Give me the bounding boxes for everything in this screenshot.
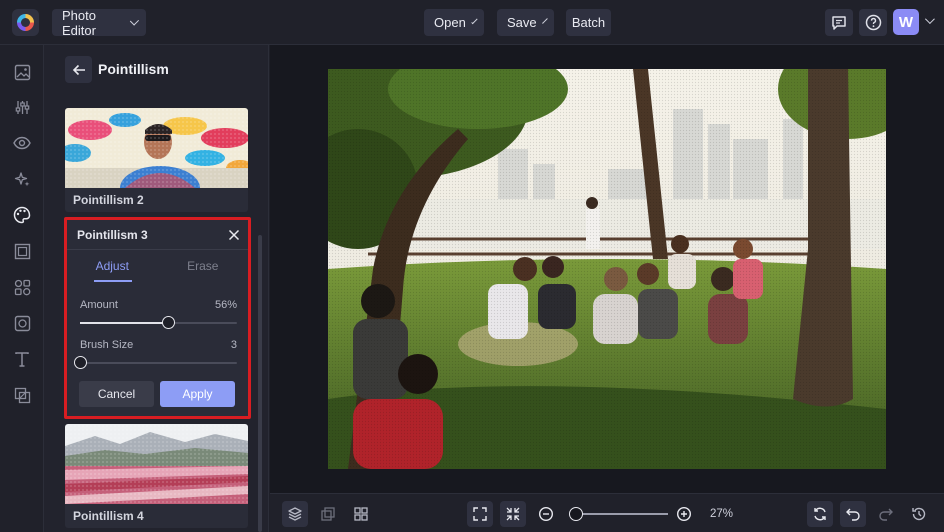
- chevron-down-icon: [471, 17, 478, 25]
- layers-button[interactable]: [282, 501, 308, 527]
- grid-button[interactable]: [348, 501, 374, 527]
- shrink-icon: [506, 507, 520, 521]
- popover-header: Pointillism 3: [67, 220, 248, 250]
- zoom-out-button[interactable]: [533, 501, 559, 527]
- app-logo[interactable]: [12, 9, 39, 36]
- brush-size-slider-thumb[interactable]: [74, 356, 87, 369]
- zoom-value: 27%: [710, 508, 734, 520]
- reset-button[interactable]: [807, 501, 833, 527]
- comment-icon: [832, 15, 846, 30]
- zoom-in-button[interactable]: [671, 501, 697, 527]
- text-icon[interactable]: [12, 349, 32, 369]
- shapes-icon[interactable]: [12, 277, 32, 297]
- brush-size-control: Brush Size 3: [74, 339, 237, 369]
- effect-card-pointillism-4[interactable]: Pointillism 4: [65, 424, 248, 528]
- effect-label: Pointillism 4: [73, 509, 144, 523]
- effect-card-pointillism-2[interactable]: Pointillism 2: [65, 108, 248, 212]
- close-icon[interactable]: [228, 229, 240, 241]
- sparkle-icon[interactable]: [12, 169, 32, 189]
- history-button[interactable]: [906, 501, 932, 527]
- undo-icon: [846, 508, 860, 521]
- panel-header: Pointillism: [44, 45, 268, 95]
- open-label: Open: [434, 15, 466, 30]
- zoom-in-icon: [676, 506, 692, 522]
- active-tab-indicator: [94, 280, 132, 282]
- amount-slider-fill: [80, 322, 168, 324]
- compare-icon: [321, 507, 335, 521]
- tab-bar: Adjust Erase: [67, 250, 248, 282]
- frame-icon[interactable]: [12, 241, 32, 261]
- back-button[interactable]: [65, 56, 92, 83]
- help-icon: [865, 14, 881, 31]
- redo-button[interactable]: [873, 501, 899, 527]
- brush-size-value: 3: [230, 339, 237, 351]
- refresh-icon: [814, 507, 826, 521]
- history-icon: [912, 507, 926, 521]
- effect-thumbnail: [65, 108, 248, 188]
- texture-icon[interactable]: [12, 313, 32, 333]
- chevron-down-icon[interactable]: [924, 14, 935, 25]
- zoom-slider[interactable]: [571, 513, 668, 515]
- expand-icon: [473, 507, 487, 521]
- cancel-button[interactable]: Cancel: [79, 381, 154, 407]
- eye-icon[interactable]: [12, 133, 32, 153]
- popover-title: Pointillism 3: [77, 227, 148, 242]
- apply-button[interactable]: Apply: [160, 381, 235, 407]
- effect-thumbnail: [65, 424, 248, 504]
- zoom-slider-thumb[interactable]: [568, 507, 583, 521]
- actual-size-button[interactable]: [500, 501, 526, 527]
- amount-slider[interactable]: [80, 316, 237, 329]
- tab-adjust[interactable]: Adjust: [67, 250, 158, 282]
- effect-settings-popover: Pointillism 3 Adjust Erase Amount 56% Br…: [64, 217, 251, 419]
- panel-scrollbar[interactable]: [258, 235, 262, 532]
- effect-label: Pointillism 2: [73, 193, 144, 207]
- overlay-icon[interactable]: [12, 385, 32, 405]
- photo-editor-label: Photo Editor: [62, 7, 96, 38]
- compare-button[interactable]: [315, 501, 341, 527]
- brush-size-label: Brush Size: [80, 339, 134, 351]
- batch-button[interactable]: Batch: [566, 9, 611, 36]
- save-button[interactable]: Save: [497, 9, 554, 36]
- fit-screen-button[interactable]: [467, 501, 493, 527]
- amount-value: 56%: [214, 299, 237, 311]
- help-button[interactable]: [859, 9, 887, 36]
- tool-rail: [0, 45, 44, 532]
- undo-button[interactable]: [840, 501, 866, 527]
- tab-erase[interactable]: Erase: [158, 250, 249, 282]
- redo-icon: [879, 508, 893, 521]
- brush-size-slider[interactable]: [74, 356, 237, 369]
- batch-label: Batch: [571, 15, 606, 30]
- top-toolbar: Photo Editor Open Save Batch W: [0, 0, 944, 45]
- arrow-left-icon: [72, 64, 85, 75]
- amount-label: Amount: [80, 299, 118, 311]
- chevron-down-icon: [541, 18, 548, 25]
- palette-icon[interactable]: [12, 205, 32, 225]
- save-label: Save: [507, 15, 537, 30]
- user-avatar[interactable]: W: [893, 9, 919, 35]
- image-icon[interactable]: [12, 62, 32, 82]
- grid-icon: [354, 507, 368, 521]
- amount-slider-thumb[interactable]: [161, 316, 175, 329]
- photo-editor-menu[interactable]: Photo Editor: [52, 7, 146, 38]
- panel-title: Pointillism: [98, 61, 169, 77]
- edited-photo[interactable]: [328, 69, 886, 469]
- bottom-toolbar: 27%: [270, 493, 944, 532]
- layers-icon: [288, 507, 302, 521]
- amount-control: Amount 56%: [80, 299, 237, 329]
- zoom-out-icon: [538, 506, 554, 522]
- canvas-area: [270, 45, 944, 493]
- sliders-icon[interactable]: [12, 97, 32, 117]
- open-button[interactable]: Open: [424, 9, 484, 36]
- chevron-down-icon: [129, 16, 139, 26]
- comments-button[interactable]: [825, 9, 853, 36]
